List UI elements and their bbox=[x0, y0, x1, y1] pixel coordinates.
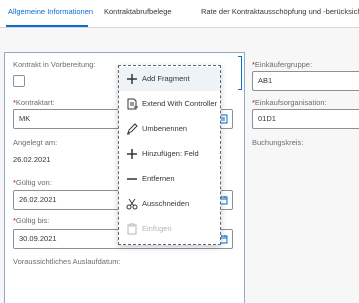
einkaufsorganisation-label: *Einkaufsorganisation: bbox=[252, 98, 327, 107]
edit-icon bbox=[127, 123, 138, 135]
kontraktart-label: *Kontraktart: bbox=[13, 98, 55, 107]
menu-item-ausschneiden[interactable]: Ausschneiden bbox=[119, 192, 220, 216]
menu-item-label: Ausschneiden bbox=[142, 199, 190, 208]
einkaufsorganisation-value: 01D1 bbox=[258, 114, 276, 123]
kontrakt-in-vorbereitung-checkbox[interactable] bbox=[13, 75, 25, 87]
einkaeufergruppe-label: *Einkäufergruppe: bbox=[252, 60, 313, 69]
menu-item-label: Add Fragment bbox=[142, 74, 190, 83]
paste-icon bbox=[127, 223, 137, 235]
tab-kontraktabrufbelege[interactable]: Kontraktabrufbelege bbox=[104, 0, 172, 27]
tab-bar: Allgemeine Informationen Kontraktabrufbe… bbox=[0, 0, 359, 28]
gueltig-von-label: *Gültig von: bbox=[13, 178, 52, 187]
tab-label: Allgemeine Informationen bbox=[8, 7, 94, 16]
kontrakt-in-vorbereitung-label: Kontrakt in Vorbereitung: bbox=[13, 60, 96, 69]
buchungskreis-label: Buchungskreis: bbox=[252, 138, 304, 147]
menu-item-label: Hinzufügen: Feld bbox=[142, 149, 199, 158]
menu-item-label: Umbenennen bbox=[142, 124, 188, 133]
menu-item-add-fragment[interactable]: Add Fragment bbox=[119, 67, 220, 91]
menu-item-einfuegen: Einfügen bbox=[119, 217, 220, 241]
menu-item-hinzufuegen-feld[interactable]: Hinzufügen: Feld bbox=[119, 142, 220, 166]
gueltig-bis-label: *Gültig bis: bbox=[13, 216, 50, 225]
tab-allgemeine-informationen[interactable]: Allgemeine Informationen bbox=[6, 0, 93, 27]
kontraktart-value: MK bbox=[19, 114, 31, 123]
tab-rate-der-kontraktausschoepfung[interactable]: Rate der Kontraktausschöpfung und -berüc… bbox=[201, 0, 359, 27]
extend-controller-icon bbox=[127, 98, 138, 110]
einkaufsorganisation-input[interactable]: 01D1 bbox=[252, 109, 359, 129]
einkaeufergruppe-input[interactable]: AB1 bbox=[252, 71, 359, 91]
angelegt-am-value: 26.02.2021 bbox=[13, 155, 51, 164]
menu-item-extend-with-controller[interactable]: Extend With Controller bbox=[119, 92, 220, 116]
add-icon bbox=[127, 149, 137, 159]
tab-label: Rate der Kontraktausschöpfung und -berüc… bbox=[201, 7, 359, 16]
einkaeufergruppe-value: AB1 bbox=[258, 76, 273, 85]
voraussichtliches-auslaufdatum-label: Voraussichtliches Auslaufdatum: bbox=[13, 257, 121, 266]
tab-label: Kontraktabrufbelege bbox=[104, 7, 172, 16]
scissors-icon bbox=[126, 198, 138, 210]
add-icon bbox=[127, 74, 137, 84]
angelegt-am-label: Angelegt am: bbox=[13, 138, 58, 147]
context-menu: Add Fragment Extend With Controller Umbe… bbox=[118, 65, 221, 245]
menu-item-entfernen[interactable]: Entfernen bbox=[119, 167, 220, 191]
less-icon bbox=[127, 178, 137, 180]
menu-item-label: Extend With Controller bbox=[142, 99, 218, 108]
menu-item-umbenennen[interactable]: Umbenennen bbox=[119, 117, 220, 141]
menu-item-label: Entfernen bbox=[142, 174, 175, 183]
selection-handle[interactable] bbox=[238, 56, 242, 90]
gueltig-bis-value: 30.09.2021 bbox=[19, 234, 57, 243]
gueltig-von-value: 26.02.2021 bbox=[19, 195, 57, 204]
menu-item-label: Einfügen bbox=[142, 224, 172, 233]
